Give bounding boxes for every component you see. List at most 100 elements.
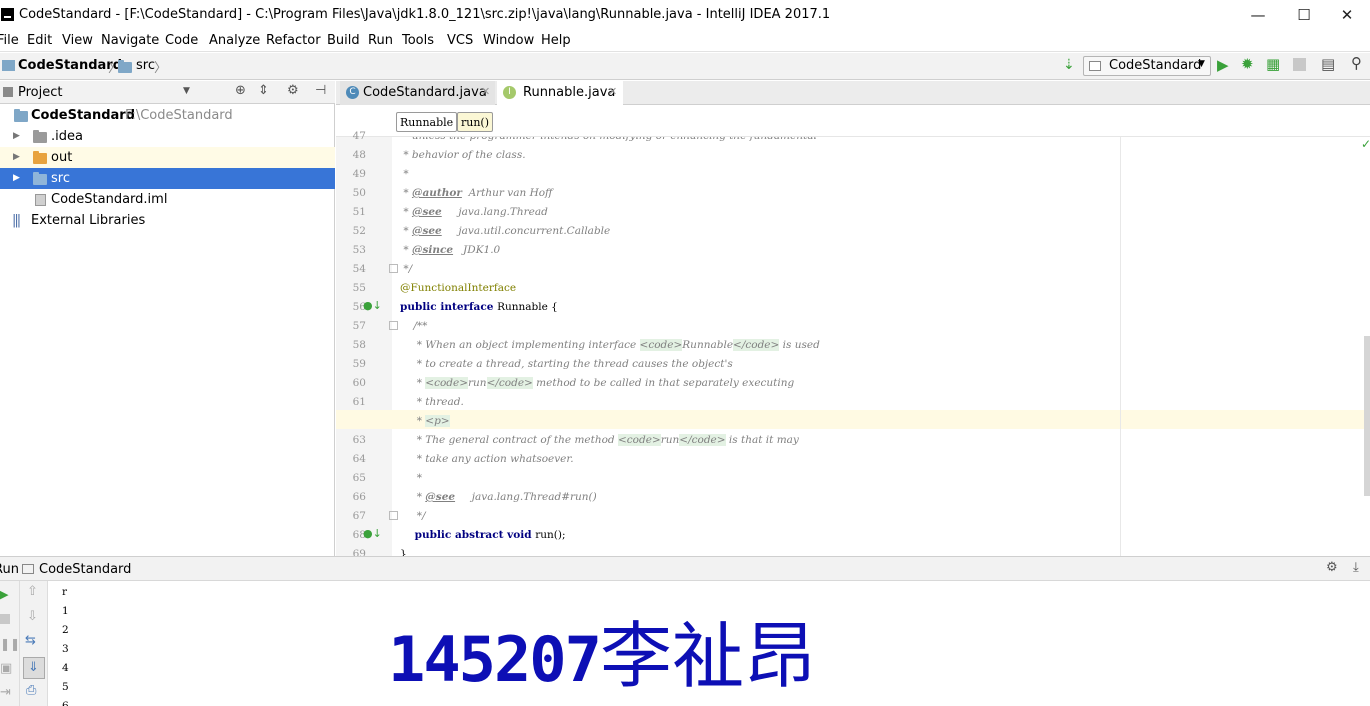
console-line: r bbox=[62, 586, 68, 598]
console-line: 4 bbox=[62, 662, 69, 674]
tab-codestandard[interactable]: C CodeStandard.java ✕ bbox=[340, 81, 495, 105]
close-tab-icon[interactable]: ✕ bbox=[608, 85, 617, 98]
coverage-icon[interactable]: ▦ bbox=[1266, 55, 1280, 73]
code-token: * bbox=[400, 225, 412, 237]
tree-item-label: .idea bbox=[51, 129, 83, 144]
tree-item-idea[interactable]: ▶ .idea bbox=[0, 126, 335, 147]
tree-item-external-libraries[interactable]: ||| External Libraries bbox=[0, 210, 335, 231]
line-number: 49 bbox=[352, 168, 366, 180]
run-config-select[interactable]: CodeStandard ▼ bbox=[1083, 56, 1211, 76]
code-token: JDK1.0 bbox=[453, 244, 501, 256]
tree-item-src[interactable]: ▶ src bbox=[0, 168, 335, 189]
code-line: public abstract void run(); bbox=[400, 529, 566, 548]
code-token: */ bbox=[400, 510, 426, 522]
search-icon[interactable]: ⚲ bbox=[1351, 54, 1362, 72]
code-token: Runnable { bbox=[497, 301, 558, 313]
run-icon[interactable]: ▶ bbox=[1217, 56, 1229, 74]
chevron-right-icon[interactable]: ▶ bbox=[13, 131, 20, 141]
menu-run[interactable]: Run bbox=[368, 33, 393, 48]
tree-item-iml[interactable]: CodeStandard.iml bbox=[0, 189, 335, 210]
close-tab-icon[interactable]: ✕ bbox=[481, 85, 490, 98]
scroll-from-source-icon[interactable]: ⊕ bbox=[235, 83, 246, 98]
stop-icon[interactable] bbox=[1293, 58, 1306, 71]
menu-bar: File Edit View Navigate Code Analyze Ref… bbox=[0, 30, 1370, 52]
tab-runnable[interactable]: I Runnable.java ✕ bbox=[497, 81, 623, 105]
menu-refactor[interactable]: Refactor bbox=[266, 33, 321, 48]
line-number: 64 bbox=[352, 453, 366, 465]
menu-build[interactable]: Build bbox=[327, 33, 360, 48]
nav-project[interactable]: CodeStandard bbox=[18, 58, 122, 73]
menu-view[interactable]: View bbox=[62, 33, 93, 48]
code-token: * bbox=[400, 491, 426, 503]
implemented-marker-icon[interactable]: ●↓ bbox=[363, 299, 382, 312]
line-number: 67 bbox=[352, 510, 366, 522]
menu-edit[interactable]: Edit bbox=[27, 33, 52, 48]
tree-item-label: External Libraries bbox=[31, 213, 146, 228]
minimize-button[interactable]: — bbox=[1235, 0, 1281, 30]
folder-icon bbox=[33, 130, 47, 143]
maximize-button[interactable]: ☐ bbox=[1281, 0, 1327, 30]
source-folder-icon bbox=[33, 172, 47, 185]
implemented-marker-icon[interactable]: ●↓ bbox=[363, 527, 382, 540]
config-icon bbox=[1089, 61, 1101, 71]
project-structure-icon[interactable]: ▤ bbox=[1321, 55, 1335, 73]
code-token: * bbox=[400, 168, 409, 180]
menu-window[interactable]: Window bbox=[483, 33, 534, 48]
chevron-right-icon[interactable]: ▶ bbox=[13, 152, 20, 162]
code-token: is used bbox=[779, 339, 820, 351]
code-token: run bbox=[660, 434, 680, 446]
menu-analyze[interactable]: Analyze bbox=[209, 33, 260, 48]
code-token: */ bbox=[400, 263, 413, 275]
code-line: * bbox=[400, 472, 422, 491]
build-icon[interactable]: ⇣ bbox=[1063, 57, 1075, 73]
line-number: 56 bbox=[352, 301, 366, 313]
menu-help[interactable]: Help bbox=[541, 33, 571, 48]
menu-tools[interactable]: Tools bbox=[402, 33, 434, 48]
tree-item-out[interactable]: ▶ out bbox=[0, 147, 335, 168]
run-panel-label[interactable]: Run bbox=[0, 562, 19, 577]
menu-vcs[interactable]: VCS bbox=[447, 33, 473, 48]
breadcrumb-class[interactable]: Runnable bbox=[396, 112, 458, 132]
hide-panel-icon[interactable]: ⤓ bbox=[1353, 560, 1359, 575]
editor-scrollbar[interactable] bbox=[1364, 336, 1370, 496]
gear-icon[interactable]: ⚙ bbox=[1326, 560, 1338, 575]
code-token: * bbox=[400, 206, 412, 218]
tab-label: Runnable.java bbox=[523, 85, 616, 100]
code-token: * behavior of the class. bbox=[400, 149, 526, 161]
code-line: * When an object implementing interface … bbox=[400, 339, 820, 358]
code-token: </code> bbox=[486, 377, 533, 389]
inspection-ok-icon: ✓ bbox=[1361, 137, 1370, 151]
hide-panel-icon[interactable]: ⊣ bbox=[315, 83, 326, 98]
close-button[interactable]: ✕ bbox=[1324, 0, 1370, 30]
fold-icon[interactable] bbox=[389, 264, 398, 273]
nav-folder[interactable]: src bbox=[136, 58, 155, 73]
chevron-down-icon[interactable]: ▼ bbox=[183, 86, 190, 96]
chevron-right-icon[interactable]: ▶ bbox=[13, 173, 20, 183]
console-line: 3 bbox=[62, 643, 69, 655]
fold-icon[interactable] bbox=[389, 321, 398, 330]
code-token: <code> bbox=[618, 434, 661, 446]
code-line: * take any action whatsoever. bbox=[400, 453, 574, 472]
code-token: * bbox=[400, 187, 412, 199]
code-token: * bbox=[400, 244, 412, 256]
line-number: 50 bbox=[352, 187, 366, 199]
breadcrumb-method[interactable]: run() bbox=[457, 112, 494, 132]
run-panel-config[interactable]: CodeStandard bbox=[39, 562, 131, 577]
code-token: @author bbox=[411, 187, 462, 199]
menu-code[interactable]: Code bbox=[165, 33, 198, 48]
project-panel-title[interactable]: Project bbox=[18, 85, 62, 100]
code-editor[interactable]: * unless the programmer intends on modif… bbox=[392, 137, 1370, 556]
file-icon bbox=[35, 194, 46, 206]
code-line: * unless the programmer intends on modif… bbox=[400, 137, 817, 149]
menu-navigate[interactable]: Navigate bbox=[101, 33, 159, 48]
module-folder-icon bbox=[14, 109, 28, 122]
tree-item-root[interactable]: CodeStandard F:\CodeStandard bbox=[0, 105, 335, 126]
debug-icon[interactable]: ✹ bbox=[1241, 55, 1254, 73]
collapse-all-icon[interactable]: ⇕ bbox=[258, 83, 269, 98]
line-number: 53 bbox=[352, 244, 366, 256]
fold-icon[interactable] bbox=[389, 511, 398, 520]
line-number: 59 bbox=[352, 358, 366, 370]
gear-icon[interactable]: ⚙ bbox=[287, 83, 299, 98]
line-number: 63 bbox=[352, 434, 366, 446]
menu-file[interactable]: File bbox=[0, 33, 19, 48]
